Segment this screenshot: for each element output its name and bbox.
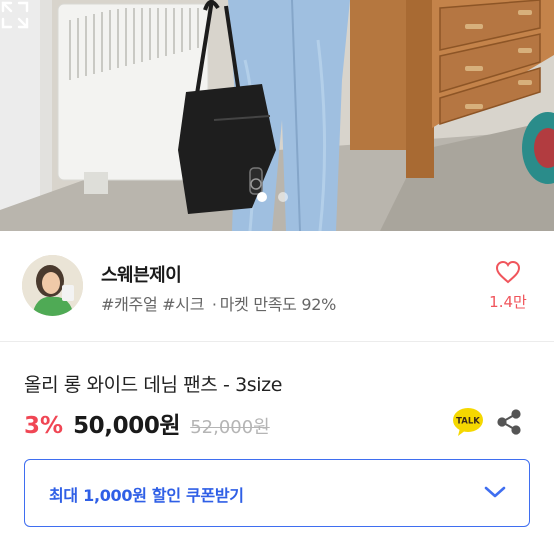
seller-avatar[interactable] [22,255,83,316]
share-icon[interactable] [497,409,521,435]
seller-name[interactable]: 스웨븐제이 [101,261,182,287]
image-pagination [257,192,288,202]
meta-separator: · [211,295,217,314]
fullscreen-expand-icon[interactable] [0,0,30,30]
discount-rate: 3% [24,413,64,439]
coupon-label: 최대 1,000원 할인 쿠폰받기 [49,486,244,505]
talk-badge-label: TALK [456,417,480,427]
heart-icon[interactable] [495,260,521,284]
product-image[interactable] [0,0,554,231]
avatar-image [22,255,83,316]
pagination-dot[interactable] [278,192,288,202]
sale-price: 50,000원 [73,413,181,439]
original-price: 52,000원 [190,417,270,438]
seller-meta: #캐주얼 #시크 · 마켓 만족도 92% [101,291,336,315]
seller-tag[interactable]: #캐주얼 [101,295,158,314]
kakao-talk-icon[interactable]: TALK [452,407,484,437]
chevron-down-icon [484,486,506,498]
product-title: 올리 롱 와이드 데님 팬츠 - 3size [24,374,283,396]
market-satisfaction: 마켓 만족도 92% [219,295,337,314]
like-count: 1.4만 [489,293,527,311]
seller-section: 스웨븐제이 #캐주얼 #시크 · 마켓 만족도 92% [0,231,554,342]
price-row: 3% 50,000원 52,000원 [24,406,270,440]
coupon-button[interactable]: 최대 1,000원 할인 쿠폰받기 [24,459,530,527]
seller-tag[interactable]: #시크 [162,295,204,314]
pagination-dot-active[interactable] [257,192,267,202]
